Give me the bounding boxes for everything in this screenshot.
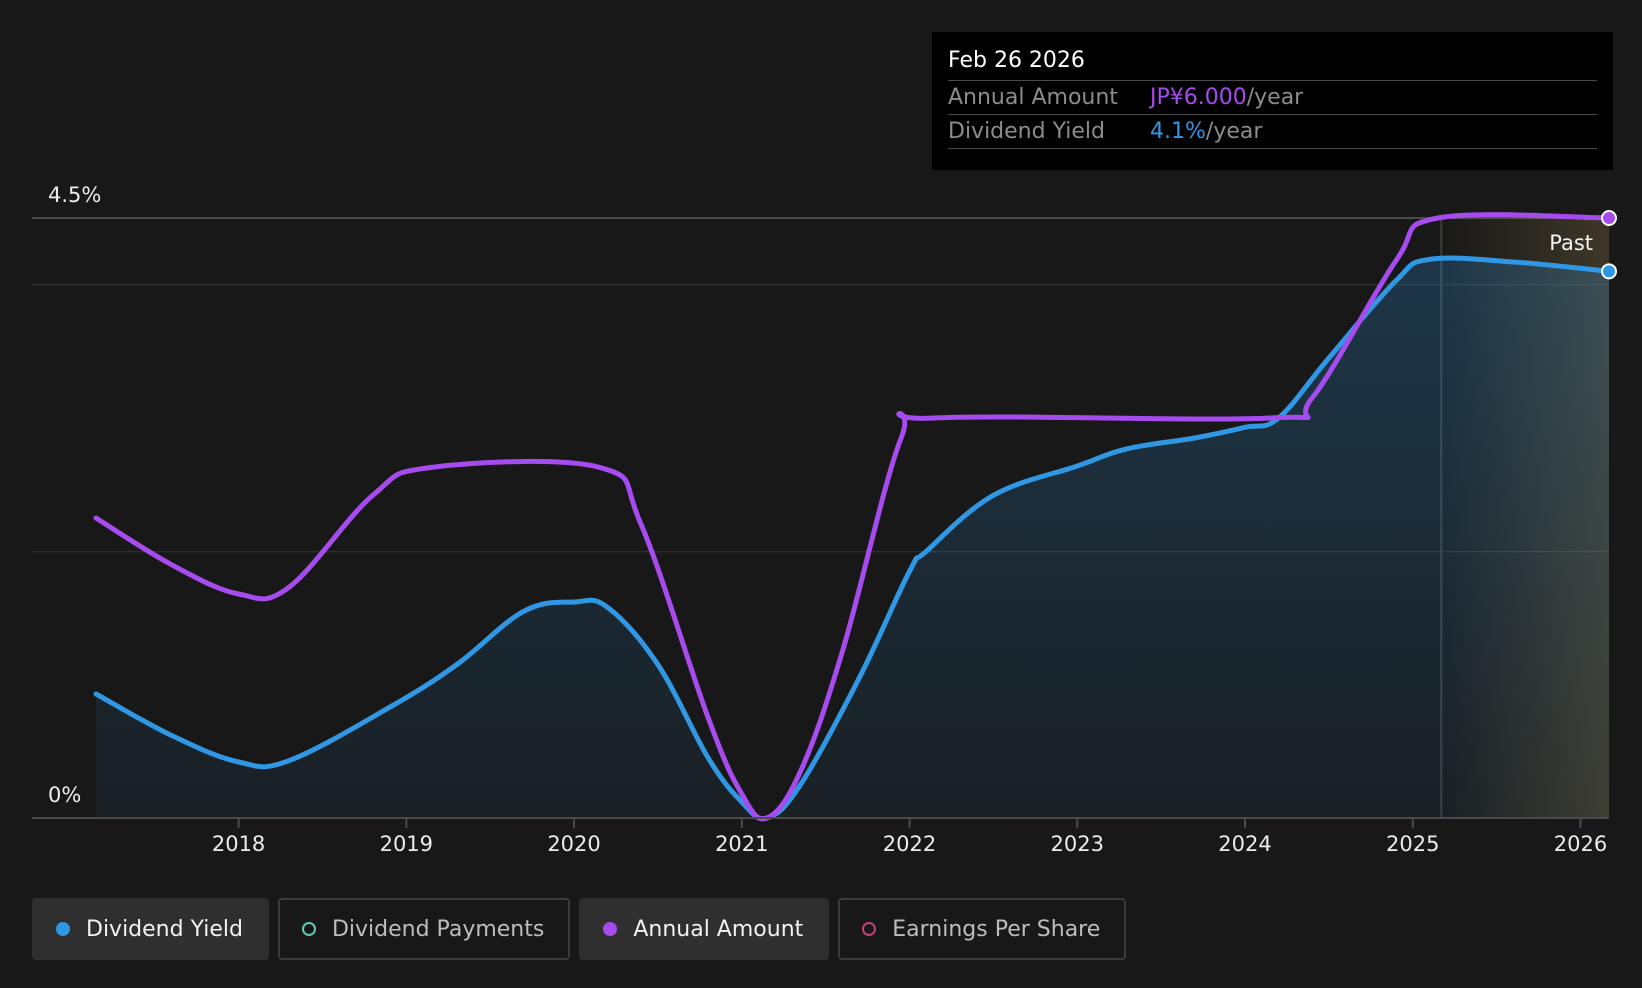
outline-dot-icon <box>301 922 316 936</box>
x-tick-label: 2025 <box>1386 832 1439 856</box>
outline-dot-icon <box>862 922 877 936</box>
annual-amount-end-marker <box>1601 210 1617 226</box>
tooltip-row-annual-amount: Annual Amount JP¥6.000 /year <box>948 81 1597 115</box>
tooltip-value: JP¥6.000 <box>1150 85 1247 110</box>
legend-label: Dividend Yield <box>86 916 243 942</box>
past-label: Past <box>1549 231 1593 255</box>
dividend-yield-area <box>96 258 1609 819</box>
legend-annual-amount[interactable]: Annual Amount <box>579 898 830 960</box>
filled-dot-icon <box>603 922 618 936</box>
x-tick-label: 2024 <box>1218 832 1271 856</box>
legend-dividend-payments[interactable]: Dividend Payments <box>277 898 571 960</box>
filled-dot-icon <box>56 922 70 936</box>
dividend-yield-end-marker <box>1601 263 1617 280</box>
tooltip-value: 4.1% <box>1150 119 1206 144</box>
legend-label: Annual Amount <box>633 916 804 942</box>
x-tick-label: 2026 <box>1554 832 1607 856</box>
x-tick-label: 2023 <box>1051 832 1104 856</box>
legend-label: Dividend Payments <box>331 916 545 942</box>
chart-tooltip: Feb 26 2026 Annual Amount JP¥6.000 /year… <box>932 32 1613 170</box>
tooltip-date: Feb 26 2026 <box>948 46 1597 81</box>
x-tick-label: 2018 <box>212 832 265 856</box>
x-tick-label: 2020 <box>547 832 600 856</box>
tooltip-label: Dividend Yield <box>948 119 1105 144</box>
legend-earnings-per-share[interactable]: Earnings Per Share <box>838 898 1127 960</box>
x-tick-label: 2021 <box>715 832 768 856</box>
tooltip-suffix: /year <box>1246 85 1304 110</box>
legend-label: Earnings Per Share <box>892 916 1101 942</box>
y-tick-label: 4.5% <box>48 183 101 207</box>
tooltip-suffix: /year <box>1205 119 1263 144</box>
x-tick-label: 2019 <box>380 832 433 856</box>
legend-dividend-yield[interactable]: Dividend Yield <box>32 898 269 960</box>
tooltip-row-dividend-yield: Dividend Yield 4.1% /year <box>948 115 1597 149</box>
tooltip-label: Annual Amount <box>948 85 1118 110</box>
y-tick-label: 0% <box>48 783 81 807</box>
chart-legend: Dividend Yield Dividend Payments Annual … <box>32 898 1127 960</box>
x-tick-label: 2022 <box>883 832 936 856</box>
